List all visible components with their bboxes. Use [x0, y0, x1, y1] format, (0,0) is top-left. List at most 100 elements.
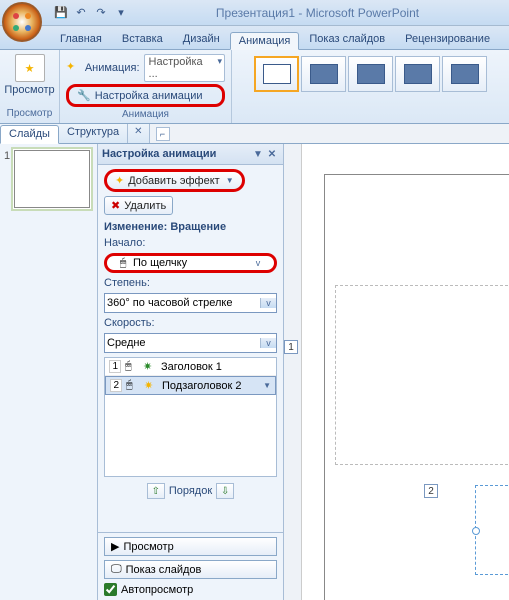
move-up-button[interactable]: ⇧: [147, 483, 165, 499]
left-panel-tabs: Слайды Структура ✕ ⌐: [0, 124, 509, 144]
ribbon-group-preview: ★ Просмотр Просмотр: [0, 50, 60, 123]
pane-menu-icon[interactable]: ▼: [251, 147, 265, 161]
amount-combo[interactable]: 360° по часовой стрелке v: [104, 293, 277, 313]
speed-combo[interactable]: Средне v: [104, 333, 277, 353]
transition-gallery[interactable]: [250, 52, 491, 96]
office-button[interactable]: [2, 2, 42, 42]
play-icon: ▶: [111, 540, 119, 553]
thumbnail-number: 1: [4, 150, 10, 208]
transition-item[interactable]: [442, 56, 487, 92]
chevron-down-icon: v: [260, 338, 276, 348]
effect-name: Подзаголовок 2: [162, 380, 242, 392]
thumbnail-preview[interactable]: [14, 150, 90, 208]
mouse-icon: 🖱: [126, 379, 140, 392]
main-area: 1 Настройка анимации ▼ ✕ ✦ Добавить эффе…: [0, 144, 509, 600]
group-label-animation: Анимация: [122, 109, 169, 122]
animation-label: Анимация:: [85, 62, 140, 74]
ribbon-group-transitions: [232, 50, 509, 123]
tab-design[interactable]: Дизайн: [173, 29, 230, 49]
play-label: Просмотр: [123, 541, 173, 553]
remove-icon: ✖: [111, 199, 120, 212]
reorder-label: Порядок: [169, 485, 212, 497]
thumbnail-item[interactable]: 1: [4, 150, 93, 208]
tab-selector-icon[interactable]: ⌐: [156, 127, 170, 141]
vertical-ruler: [284, 144, 302, 600]
change-section-title: Изменение: Вращение: [104, 221, 277, 233]
preview-button[interactable]: ★ Просмотр: [0, 52, 61, 98]
slideshow-button[interactable]: 🖵 Показ слайдов: [104, 560, 277, 579]
start-value: По щелчку: [131, 257, 250, 269]
effect-order: 1: [109, 360, 121, 373]
ribbon-group-animation: ✦ Анимация: Настройка ... 🔧 Настройка ан…: [60, 50, 232, 123]
autopreview-input[interactable]: [104, 583, 117, 596]
preview-label: Просмотр: [4, 84, 54, 96]
play-button[interactable]: ▶ Просмотр: [104, 537, 277, 556]
tab-outline[interactable]: Структура: [59, 124, 128, 143]
effect-row[interactable]: 1 🖱 ✷ Заголовок 1: [105, 358, 276, 376]
custom-animation-icon: 🔧: [77, 89, 91, 102]
add-effect-icon: ✦: [115, 174, 124, 187]
tab-insert[interactable]: Вставка: [112, 29, 173, 49]
transition-item[interactable]: [301, 56, 346, 92]
quick-access-toolbar: 💾 ↶ ↷ ▾: [52, 4, 130, 22]
close-panel-icon[interactable]: ✕: [128, 124, 148, 143]
title-placeholder[interactable]: [335, 285, 509, 465]
start-label: Начало:: [104, 237, 277, 249]
remove-label: Удалить: [124, 200, 166, 212]
custom-animation-button[interactable]: 🔧 Настройка анимации: [66, 84, 225, 107]
window-title: Презентация1 - Microsoft PowerPoint: [130, 6, 505, 20]
redo-icon[interactable]: ↷: [92, 4, 110, 22]
undo-icon[interactable]: ↶: [72, 4, 90, 22]
effects-list: 1 🖱 ✷ Заголовок 1 2 🖱 ✷ Подзаголовок 2 ▼: [104, 357, 277, 477]
slideshow-label: Показ слайдов: [126, 564, 202, 576]
chevron-down-icon[interactable]: ▼: [263, 381, 271, 390]
add-effect-button[interactable]: ✦ Добавить эффект ▼: [104, 169, 245, 192]
ribbon: ★ Просмотр Просмотр ✦ Анимация: Настройк…: [0, 50, 509, 124]
pane-close-icon[interactable]: ✕: [265, 147, 279, 161]
transition-item[interactable]: [395, 56, 440, 92]
speed-label: Скорость:: [104, 317, 277, 329]
custom-animation-label: Настройка анимации: [95, 90, 203, 102]
custom-animation-pane: Настройка анимации ▼ ✕ ✦ Добавить эффект…: [98, 144, 284, 600]
qat-dropdown-icon[interactable]: ▾: [112, 4, 130, 22]
preview-icon: ★: [15, 54, 45, 82]
save-icon[interactable]: 💾: [52, 4, 70, 22]
speed-value: Средне: [105, 337, 260, 349]
chevron-down-icon: v: [260, 298, 276, 308]
autopreview-label: Автопросмотр: [121, 584, 193, 596]
amount-label: Степень:: [104, 277, 277, 289]
effect-row[interactable]: 2 🖱 ✷ Подзаголовок 2 ▼: [105, 376, 276, 395]
transition-none[interactable]: [254, 56, 299, 92]
horizontal-ruler: ⌐: [149, 124, 509, 143]
spin-icon: ✷: [144, 379, 158, 392]
tab-animation[interactable]: Анимация: [230, 32, 300, 50]
add-effect-label: Добавить эффект: [128, 175, 219, 187]
move-down-button[interactable]: ⇩: [216, 483, 234, 499]
subtitle-placeholder[interactable]: [475, 485, 509, 575]
tab-review[interactable]: Рецензирование: [395, 29, 500, 49]
tab-slides[interactable]: Слайды: [0, 125, 59, 144]
animation-icon: ✦: [66, 60, 81, 76]
animation-tag[interactable]: 1: [284, 340, 298, 354]
dropdown-icon: ▼: [226, 176, 234, 185]
mouse-icon: 🖱: [125, 360, 139, 373]
tab-slideshow[interactable]: Показ слайдов: [299, 29, 395, 49]
slide-canvas[interactable]: З: [324, 174, 509, 600]
ribbon-tabs: Главная Вставка Дизайн Анимация Показ сл…: [0, 26, 509, 50]
group-label-preview: Просмотр: [7, 108, 53, 121]
autopreview-checkbox[interactable]: Автопросмотр: [104, 583, 277, 596]
animation-combo[interactable]: Настройка ...: [144, 54, 225, 82]
start-combo[interactable]: 🖱 По щелчку v: [104, 253, 277, 273]
tab-home[interactable]: Главная: [50, 29, 112, 49]
animation-tag[interactable]: 2: [424, 484, 438, 498]
mouse-icon: 🖱: [115, 257, 131, 270]
effect-order: 2: [110, 379, 122, 392]
slide-thumbnails: 1: [0, 144, 98, 600]
remove-effect-button[interactable]: ✖ Удалить: [104, 196, 173, 215]
transition-item[interactable]: [348, 56, 393, 92]
spin-icon: ✷: [143, 360, 157, 373]
effect-name: Заголовок 1: [161, 361, 222, 373]
title-bar: 💾 ↶ ↷ ▾ Презентация1 - Microsoft PowerPo…: [0, 0, 509, 26]
slide-editor: З 1 2: [284, 144, 509, 600]
amount-value: 360° по часовой стрелке: [105, 297, 260, 309]
